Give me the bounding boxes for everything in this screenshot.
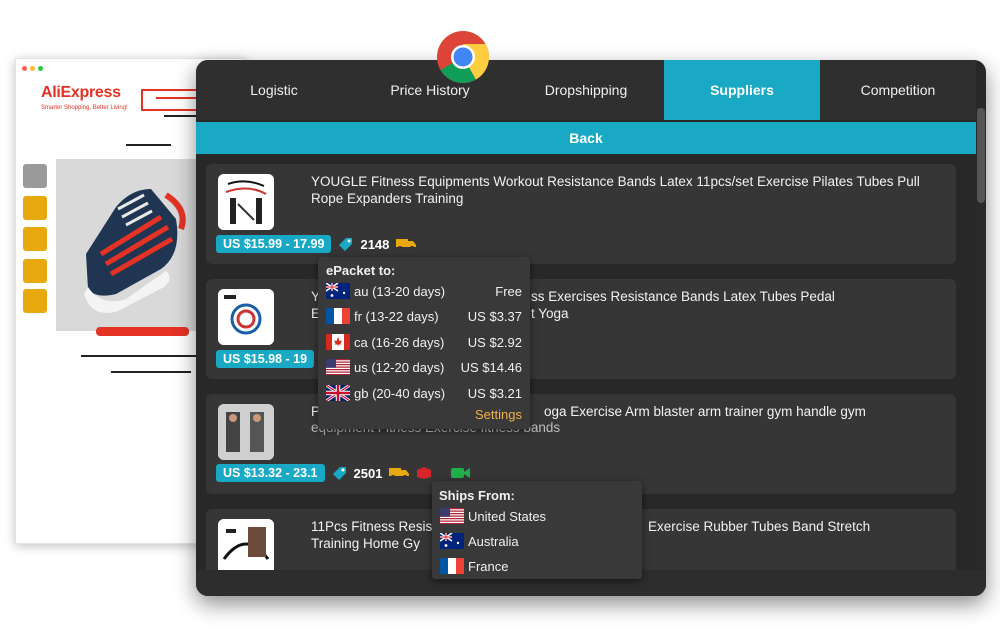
tab-competition[interactable]: Competition (820, 60, 976, 120)
scrollbar-thumb[interactable] (977, 108, 985, 203)
category-icon[interactable] (23, 227, 47, 251)
destination-label: ca (16-26 days) (354, 334, 445, 350)
product-meta: US $15.99 - 17.99 2148 (216, 235, 417, 253)
destination-label: gb (20-40 days) (354, 385, 446, 401)
destination-label: fr (13-22 days) (354, 308, 439, 324)
origin-label: United States (468, 508, 547, 524)
shipping-cost: US $3.37 (467, 308, 522, 324)
australia-flag-icon (326, 283, 350, 299)
aliexpress-tagline: Smarter Shopping, Better Living! (41, 105, 128, 111)
product-meta: US $15.98 - 19 (216, 350, 315, 368)
popup-title: Ships From: (439, 488, 515, 503)
shipping-row[interactable]: us (12-20 days) US $14.46 (326, 357, 522, 377)
destination-label: us (12-20 days) (354, 359, 445, 375)
back-button[interactable]: Back (196, 122, 976, 154)
product-title-continued[interactable]: oga Exercise Arm blaster arm trainer gym… (544, 404, 944, 421)
shipping-row[interactable]: gb (20-40 days) US $3.21 (326, 383, 522, 403)
category-icon[interactable] (23, 289, 47, 313)
shipping-truck-icon[interactable] (388, 466, 410, 480)
canada-flag-icon (326, 334, 350, 350)
package-icon[interactable] (416, 466, 432, 480)
origin-label: France (468, 558, 509, 574)
shipping-cost: US $3.21 (467, 385, 522, 401)
add-to-cart-bar[interactable] (96, 327, 189, 336)
text-line (111, 371, 191, 373)
tab-dropshipping[interactable]: Dropshipping (508, 60, 664, 120)
stage: AliExpress Smarter Shopping, Better Livi… (0, 0, 1000, 641)
price-badge: US $15.98 - 19 (216, 350, 315, 368)
product-title[interactable]: 11Pcs Fitness Resis Training Home Gy (311, 519, 451, 552)
usa-flag-icon (440, 508, 464, 524)
price-badge: US $15.99 - 17.99 (216, 235, 332, 253)
gym-exercise-image (218, 404, 274, 460)
uk-flag-icon (326, 385, 350, 401)
aliexpress-logo: AliExpress (41, 84, 121, 101)
orders-count: 2148 (360, 236, 390, 252)
ships-from-popup: Ships From: United States Australia Fran… (432, 481, 642, 579)
shipping-truck-icon[interactable] (395, 237, 417, 251)
product-title-continued[interactable]: ss Exercises Resistance Bands Latex Tube… (531, 289, 951, 322)
destination-label: au (13-20 days) (354, 283, 446, 299)
list-item[interactable]: YOUGLE Fitness Equipments Workout Resist… (206, 164, 956, 264)
category-icon[interactable] (23, 196, 47, 220)
category-icon[interactable] (23, 259, 47, 283)
category-icon[interactable] (23, 164, 47, 188)
product-thumbnail[interactable] (218, 174, 274, 230)
product-thumbnail[interactable] (218, 404, 274, 460)
france-flag-icon (440, 558, 464, 574)
shipping-row[interactable]: fr (13-22 days) US $3.37 (326, 306, 522, 326)
chrome-logo-icon (437, 31, 489, 83)
orders-tag-icon (332, 466, 346, 480)
orders-count: 2501 (353, 465, 383, 481)
window-controls (22, 66, 43, 71)
shipping-row[interactable]: ca (16-26 days) US $2.92 (326, 332, 522, 352)
tab-logistic[interactable]: Logistic (196, 60, 352, 120)
product-meta: US $13.32 - 23.1 2501 (216, 464, 472, 482)
resistance-bands-image (218, 174, 274, 230)
text-line (81, 355, 196, 357)
australia-flag-icon (440, 533, 464, 549)
ships-from-row[interactable]: United States (440, 506, 634, 526)
tab-bar: Logistic Price History Dropshipping Supp… (196, 60, 976, 120)
shipping-cost: US $2.92 (467, 334, 522, 350)
tab-suppliers[interactable]: Suppliers (664, 60, 820, 120)
sneaker-image (84, 189, 186, 313)
product-image (56, 159, 201, 331)
epacket-shipping-popup: ePacket to: au (13-20 days) Free fr (13-… (318, 257, 530, 429)
product-title[interactable]: YOUGLE Fitness Equipments Workout Resist… (311, 174, 931, 207)
popup-title: ePacket to: (326, 263, 396, 278)
product-title-continued[interactable]: Exercise Rubber Tubes Band Stretch (648, 519, 948, 536)
origin-label: Australia (468, 533, 519, 549)
settings-link[interactable]: Settings (475, 407, 522, 422)
ships-from-row[interactable]: Australia (440, 531, 634, 551)
price-badge: US $13.32 - 23.1 (216, 464, 325, 482)
product-thumbnail[interactable] (218, 289, 274, 345)
shipping-cost: Free (495, 283, 522, 299)
resistance-bands-image (218, 519, 274, 575)
orders-tag-icon (339, 237, 353, 251)
shipping-cost: US $14.46 (460, 359, 522, 375)
product-thumbnail[interactable] (218, 519, 274, 575)
ships-from-row[interactable]: France (440, 556, 634, 576)
nav-line (126, 144, 171, 146)
scrollbar[interactable] (976, 108, 986, 596)
usa-flag-icon (326, 359, 350, 375)
resistance-bands-image (218, 289, 274, 345)
france-flag-icon (326, 308, 350, 324)
shipping-row[interactable]: au (13-20 days) Free (326, 281, 522, 301)
video-icon[interactable] (450, 466, 472, 480)
